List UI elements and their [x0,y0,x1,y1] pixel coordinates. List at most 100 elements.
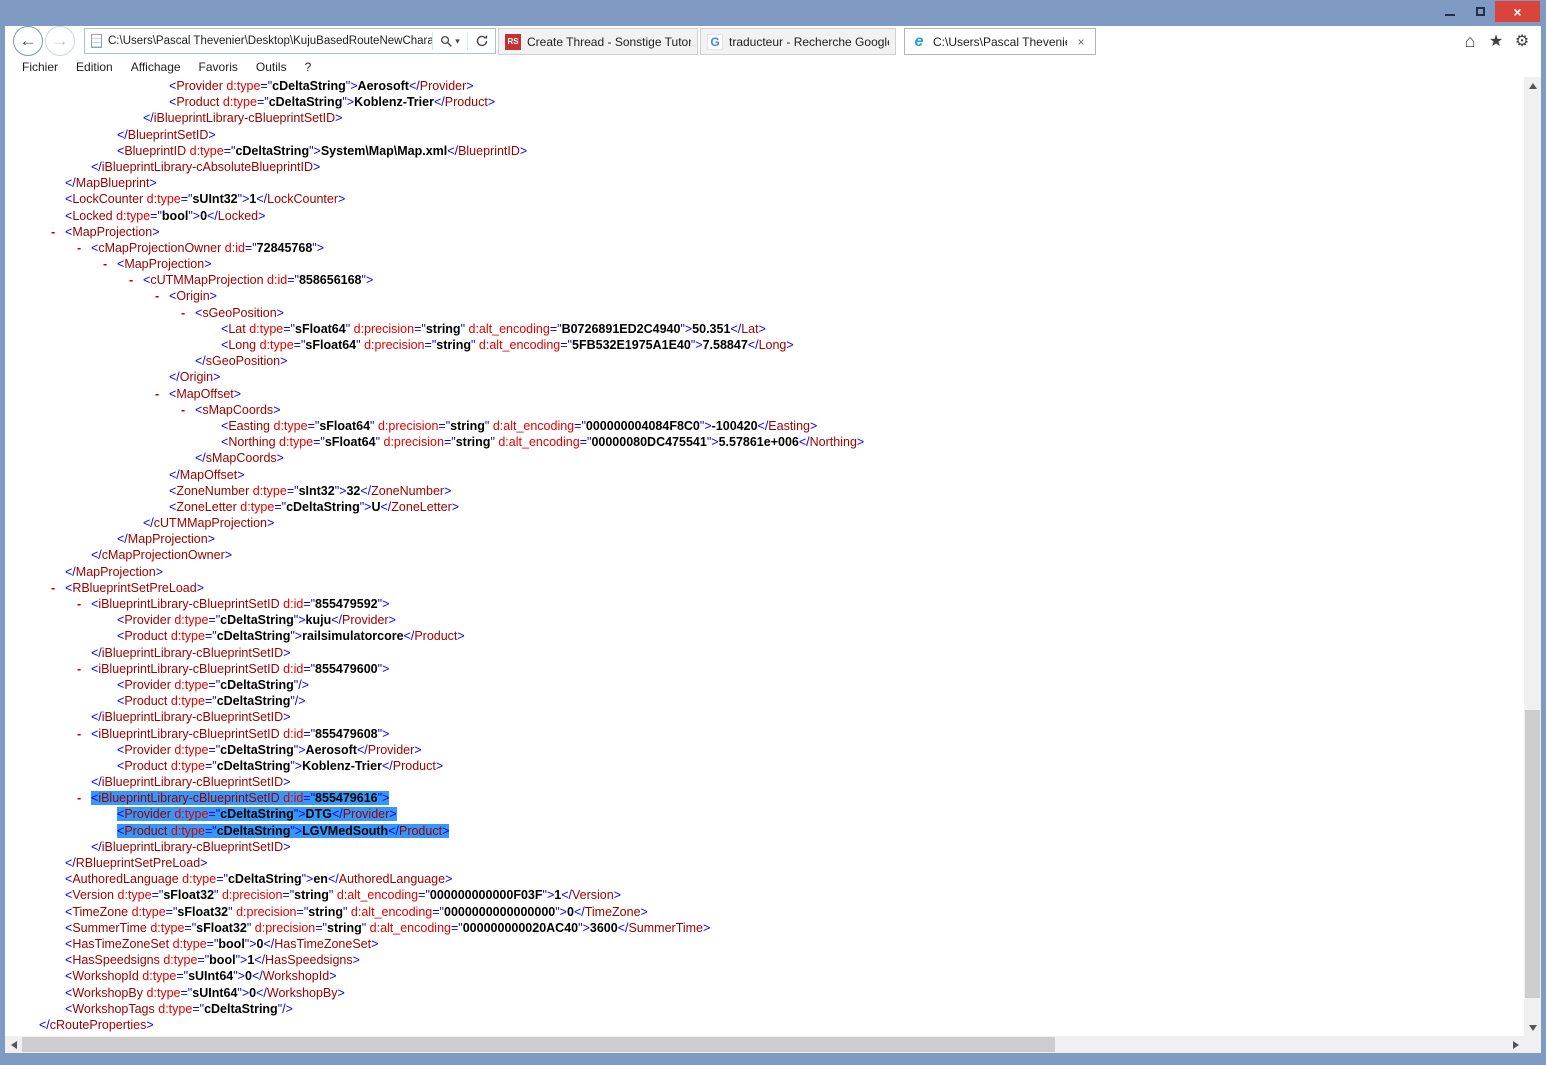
tab-label: Create Thread - Sonstige Tutor... [527,35,691,49]
arrow-down-icon [1529,1025,1537,1031]
xml-line: <WorkshopBy d:type="sUInt64">0</Workshop… [5,985,1524,1001]
collapse-toggle[interactable]: - [51,224,65,240]
collapse-toggle[interactable]: - [103,256,117,272]
xml-line: <Provider d:type="cDeltaString">DTG</Pro… [5,806,1524,822]
collapse-toggle[interactable]: - [155,288,169,304]
collapse-toggle[interactable]: - [77,661,91,677]
horizontal-scrollbar[interactable] [5,1036,1524,1053]
tab-label: C:\Users\Pascal Thevenier\... [933,35,1067,49]
menu-outils[interactable]: Outils [247,60,296,74]
xml-line: <Version d:type="sFloat32" d:precision="… [5,887,1524,903]
menu-favoris[interactable]: Favoris [190,60,247,74]
tab-google-search[interactable]: G traducteur - Recherche Google [700,28,896,55]
xml-line: <HasTimeZoneSet d:type="bool">0</HasTime… [5,936,1524,952]
forward-button[interactable]: → [45,26,75,56]
scroll-right-button[interactable] [1507,1036,1524,1053]
collapse-toggle[interactable]: - [77,596,91,612]
xml-line: <ZoneLetter d:type="cDeltaString">U</Zon… [5,499,1524,515]
page-icon [91,34,102,48]
settings-gear-icon[interactable]: ⚙ [1511,30,1533,52]
xml-line: <Long d:type="sFloat64" d:precision="str… [5,337,1524,353]
xml-tree: <Provider d:type="cDeltaString">Aerosoft… [5,77,1524,1033]
back-arrow-icon: ← [20,31,37,51]
xml-line: <HasSpeedsigns d:type="bool">1</HasSpeed… [5,952,1524,968]
caption-buttons: × [1435,1,1540,22]
xml-line: <Easting d:type="sFloat64" d:precision="… [5,418,1524,434]
xml-line: -<iBlueprintLibrary-cBlueprintSetID d:id… [5,790,1524,806]
home-icon[interactable]: ⌂ [1459,30,1481,52]
titlebar[interactable]: × [0,0,1546,26]
xml-line: </MapOffset> [5,467,1524,483]
refresh-icon[interactable] [468,29,495,53]
collapse-toggle[interactable]: - [181,305,195,321]
xml-line: <Provider d:type="cDeltaString">Aerosoft… [5,78,1524,94]
xml-line: </cMapProjectionOwner> [5,547,1524,563]
document-viewport: <Provider d:type="cDeltaString">Aerosoft… [5,77,1524,1036]
search-dropdown-caret[interactable]: ▾ [455,36,460,47]
xml-line: -<iBlueprintLibrary-cBlueprintSetID d:id… [5,596,1524,612]
maximize-icon [1476,7,1485,16]
xml-line: <AuthoredLanguage d:type="cDeltaString">… [5,871,1524,887]
xml-line: <Product d:type="cDeltaString">Koblenz-T… [5,94,1524,110]
horizontal-scroll-thumb[interactable] [22,1037,1055,1052]
xml-line: <ZoneNumber d:type="sInt32">32</ZoneNumb… [5,483,1524,499]
search-icon[interactable]: ▾ [433,29,467,53]
ie-favicon: e [911,34,927,50]
xml-line: <Product d:type="cDeltaString">LGVMedSou… [5,823,1524,839]
favorites-star-icon[interactable]: ★ [1485,30,1507,52]
xml-line: -<RBlueprintSetPreLoad> [5,580,1524,596]
xml-line: <WorkshopTags d:type="cDeltaString"/> [5,1001,1524,1017]
xml-line: -<MapProjection> [5,224,1524,240]
collapse-toggle[interactable]: - [77,790,91,806]
vertical-scrollbar[interactable] [1524,77,1541,1036]
collapse-toggle[interactable]: - [51,580,65,596]
xml-line: -<cUTMMapProjection d:id="858656168"> [5,272,1524,288]
close-button[interactable]: × [1495,1,1540,22]
address-input[interactable]: C:\Users\Pascal Thevenier\Desktop\KujuBa… [108,35,432,47]
collapse-toggle[interactable]: - [129,272,143,288]
xml-line: <Provider d:type="cDeltaString">Aerosoft… [5,742,1524,758]
tab-create-thread[interactable]: RS Create Thread - Sonstige Tutor... [498,28,698,55]
scroll-down-button[interactable] [1524,1019,1541,1036]
xml-line: </sGeoPosition> [5,353,1524,369]
tab-close-icon[interactable]: × [1073,35,1089,49]
xml-line: <Product d:type="cDeltaString">railsimul… [5,628,1524,644]
vertical-scroll-thumb[interactable] [1525,710,1540,998]
maximize-button[interactable] [1465,1,1495,22]
xml-line: </MapProjection> [5,564,1524,580]
arrow-left-icon [11,1041,17,1049]
xml-line: </cUTMMapProjection> [5,515,1524,531]
google-favicon: G [707,34,723,50]
collapse-toggle[interactable]: - [181,402,195,418]
address-bar[interactable]: C:\Users\Pascal Thevenier\Desktop\KujuBa… [84,28,496,54]
collapse-toggle[interactable]: - [155,386,169,402]
xml-line: -<iBlueprintLibrary-cBlueprintSetID d:id… [5,661,1524,677]
tab-xml-file-active[interactable]: e C:\Users\Pascal Thevenier\... × [904,28,1096,55]
forum-favicon: RS [505,34,521,50]
xml-line: </Origin> [5,369,1524,385]
back-button[interactable]: ← [13,26,43,56]
xml-line: <LockCounter d:type="sUInt32">1</LockCou… [5,191,1524,207]
xml-line: <Locked d:type="bool">0</Locked> [5,208,1524,224]
xml-line: <BlueprintID d:type="cDeltaString">Syste… [5,143,1524,159]
menu-fichier[interactable]: Fichier [13,60,67,74]
xml-line: -<Origin> [5,288,1524,304]
menu-aide[interactable]: ? [296,60,321,74]
xml-line: -<sGeoPosition> [5,305,1524,321]
scroll-left-button[interactable] [5,1036,22,1053]
xml-line: <Northing d:type="sFloat64" d:precision=… [5,434,1524,450]
menu-affichage[interactable]: Affichage [122,60,190,74]
xml-line: </sMapCoords> [5,450,1524,466]
minimize-button[interactable] [1435,1,1465,22]
xml-line: </iBlueprintLibrary-cAbsoluteBlueprintID… [5,159,1524,175]
scroll-up-button[interactable] [1524,77,1541,94]
collapse-toggle[interactable]: - [77,240,91,256]
xml-line: <Provider d:type="cDeltaString"/> [5,677,1524,693]
xml-line: <Product d:type="cDeltaString"/> [5,693,1524,709]
scrollbar-corner [1524,1036,1541,1053]
xml-line: <SummerTime d:type="sFloat32" d:precisio… [5,920,1524,936]
collapse-toggle[interactable]: - [77,726,91,742]
menu-bar: Fichier Edition Affichage Favoris Outils… [5,57,1541,77]
xml-line: </iBlueprintLibrary-cBlueprintSetID> [5,709,1524,725]
menu-edition[interactable]: Edition [67,60,122,74]
